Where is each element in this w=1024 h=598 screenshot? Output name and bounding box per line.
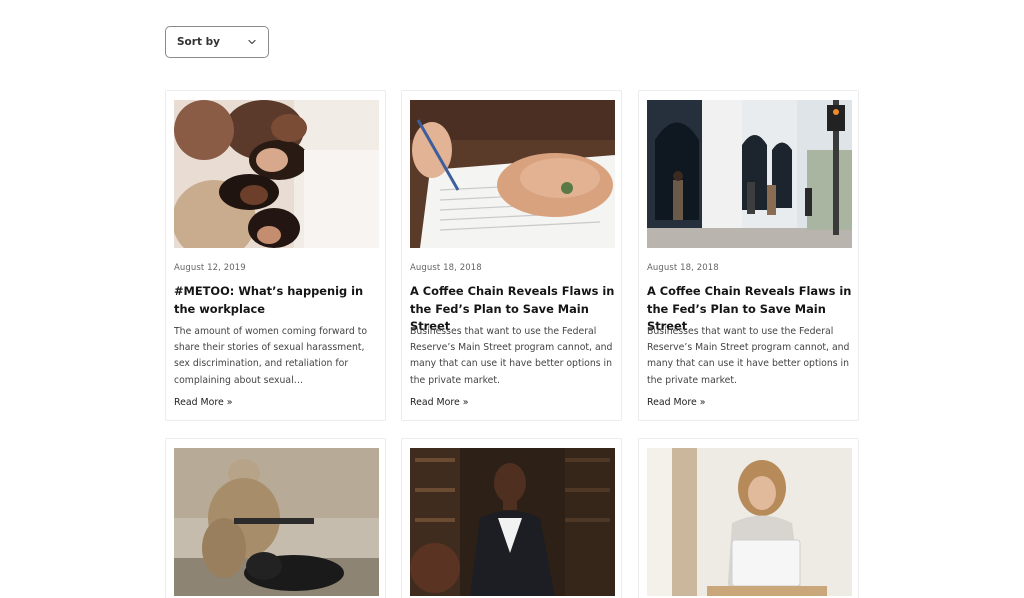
post-date: August 12, 2019: [174, 263, 246, 273]
post-thumbnail[interactable]: [647, 448, 852, 596]
post-card: [401, 438, 622, 598]
chevron-down-icon: [248, 39, 256, 45]
post-date: August 18, 2018: [647, 263, 719, 273]
post-date: August 18, 2018: [410, 263, 482, 273]
sort-by-select[interactable]: Sort by: [165, 26, 269, 58]
post-thumbnail[interactable]: [647, 100, 852, 248]
post-card: August 18, 2018 A Coffee Chain Reveals F…: [401, 90, 622, 421]
post-excerpt: Businesses that want to use the Federal …: [647, 326, 850, 386]
post-excerpt: The amount of women coming forward to sh…: [174, 326, 368, 386]
read-more-link[interactable]: Read More »: [647, 397, 706, 408]
read-more-link[interactable]: Read More »: [410, 397, 469, 408]
post-excerpt: Businesses that want to use the Federal …: [410, 326, 613, 386]
post-thumbnail[interactable]: [174, 448, 379, 596]
sort-by-label: Sort by: [177, 36, 220, 48]
post-card: [165, 438, 386, 598]
post-thumbnail[interactable]: [410, 100, 615, 248]
post-thumbnail[interactable]: [174, 100, 379, 248]
read-more-link[interactable]: Read More »: [174, 397, 233, 408]
post-title[interactable]: #METOO: What’s happenig in the workplace: [174, 283, 380, 318]
post-card: August 12, 2019 #METOO: What’s happenig …: [165, 90, 386, 421]
post-card: August 18, 2018 A Coffee Chain Reveals F…: [638, 90, 859, 421]
post-card: [638, 438, 859, 598]
post-thumbnail[interactable]: [410, 448, 615, 596]
